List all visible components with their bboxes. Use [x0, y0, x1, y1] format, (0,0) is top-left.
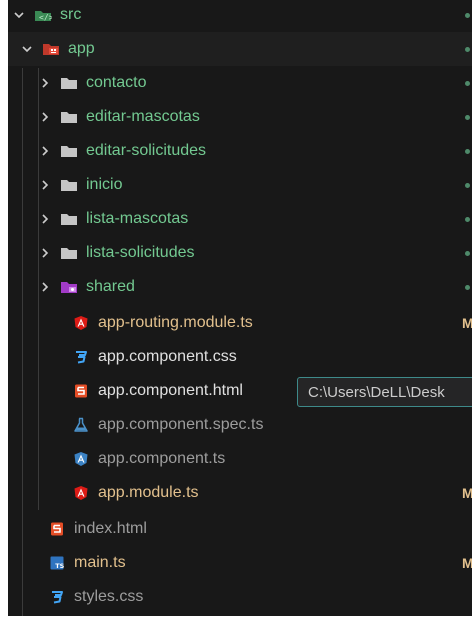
tree-item-label: lista-mascotas: [86, 210, 189, 227]
chevron-down-icon: [12, 8, 26, 22]
tree-item-label: app.component.ts: [98, 450, 226, 467]
status-dot: [465, 80, 470, 86]
tree-item-label: index.html: [74, 520, 147, 537]
tree-item-label: src: [60, 6, 82, 23]
git-status-badge: M: [462, 485, 472, 501]
tree-item-label: app.component.html: [98, 382, 243, 399]
tree-item-folder[interactable]: contacto: [8, 66, 472, 100]
tree-item-label: lista-solicitudes: [86, 244, 195, 261]
tree-item-label: styles.css: [74, 588, 144, 605]
tree-item-label: app-routing.module.ts: [98, 314, 253, 331]
angular-icon: [72, 315, 90, 331]
tree-item-file[interactable]: index.html: [8, 512, 472, 546]
tree-item-label: contacto: [86, 74, 147, 91]
tree-item-file[interactable]: TS main.ts M: [8, 546, 472, 580]
status-dot: [465, 12, 470, 18]
tree-item-folder[interactable]: lista-mascotas: [8, 202, 472, 236]
folder-icon: [60, 211, 78, 227]
status-dot: [465, 250, 470, 256]
chevron-down-icon: [20, 42, 34, 56]
chevron-right-icon: [38, 280, 52, 294]
chevron-right-icon: [38, 110, 52, 124]
folder-icon: [60, 143, 78, 159]
git-status-badge: M: [462, 315, 472, 331]
tree-item-folder[interactable]: editar-solicitudes: [8, 134, 472, 168]
folder-icon: [60, 75, 78, 91]
window-edge: [0, 616, 472, 622]
tree-item-file[interactable]: app.component.spec.ts: [8, 408, 472, 442]
status-dot: [465, 148, 470, 154]
chevron-right-icon: [38, 144, 52, 158]
git-status-badge: M: [462, 555, 472, 571]
tree-item-folder[interactable]: shared: [8, 270, 472, 304]
tree-item-label: editar-solicitudes: [86, 142, 207, 159]
status-dot: [465, 216, 470, 222]
tree-item-label: app.component.spec.ts: [98, 416, 264, 433]
tree-item-label: app.module.ts: [98, 484, 199, 501]
folder-icon: [60, 177, 78, 193]
status-dot: [465, 182, 470, 188]
chevron-right-icon: [38, 178, 52, 192]
tree-item-label: app: [68, 40, 95, 57]
folder-icon: [60, 245, 78, 261]
tree-item-file[interactable]: app.module.ts M: [8, 476, 472, 510]
chevron-right-icon: [38, 76, 52, 90]
html-icon: [48, 521, 66, 537]
tree-item-label: inicio: [86, 176, 123, 193]
tree-item-label: main.ts: [74, 554, 126, 571]
angular-icon: [72, 451, 90, 467]
flask-icon: [72, 417, 90, 433]
status-dot: [465, 284, 470, 290]
chevron-right-icon: [38, 246, 52, 260]
svg-text:</>: </>: [39, 13, 52, 22]
svg-text:TS: TS: [55, 562, 64, 570]
chevron-right-icon: [38, 212, 52, 226]
tree-item-file[interactable]: styles.css: [8, 580, 472, 614]
folder-shared-icon: [60, 279, 78, 295]
css-icon: [72, 349, 90, 365]
explorer-tree: </> src app contacto editar-mascotas edi…: [8, 0, 472, 616]
angular-icon: [72, 485, 90, 501]
folder-icon: [60, 109, 78, 125]
tree-item-folder[interactable]: inicio: [8, 168, 472, 202]
tree-item-folder[interactable]: editar-mascotas: [8, 100, 472, 134]
status-dot: [465, 46, 470, 52]
css-icon: [48, 589, 66, 605]
status-dot: [465, 114, 470, 120]
tree-item-folder[interactable]: lista-solicitudes: [8, 236, 472, 270]
folder-src-icon: </>: [34, 7, 52, 23]
window-edge: [0, 0, 8, 622]
tree-item-app[interactable]: app: [8, 32, 472, 66]
tree-item-label: shared: [86, 278, 135, 295]
tree-item-label: app.component.css: [98, 348, 237, 365]
tree-item-file[interactable]: app.component.ts: [8, 442, 472, 476]
tooltip-text: C:\Users\DeLL\Desk: [308, 383, 445, 401]
tree-item-file[interactable]: app-routing.module.ts M: [8, 306, 472, 340]
folder-app-icon: [42, 41, 60, 57]
tree-item-label: editar-mascotas: [86, 108, 200, 125]
path-tooltip: C:\Users\DeLL\Desk: [297, 377, 472, 407]
html-icon: [72, 383, 90, 399]
tree-item-file[interactable]: app.component.css: [8, 340, 472, 374]
typescript-icon: TS: [48, 555, 66, 571]
tree-item-src[interactable]: </> src: [8, 0, 472, 32]
